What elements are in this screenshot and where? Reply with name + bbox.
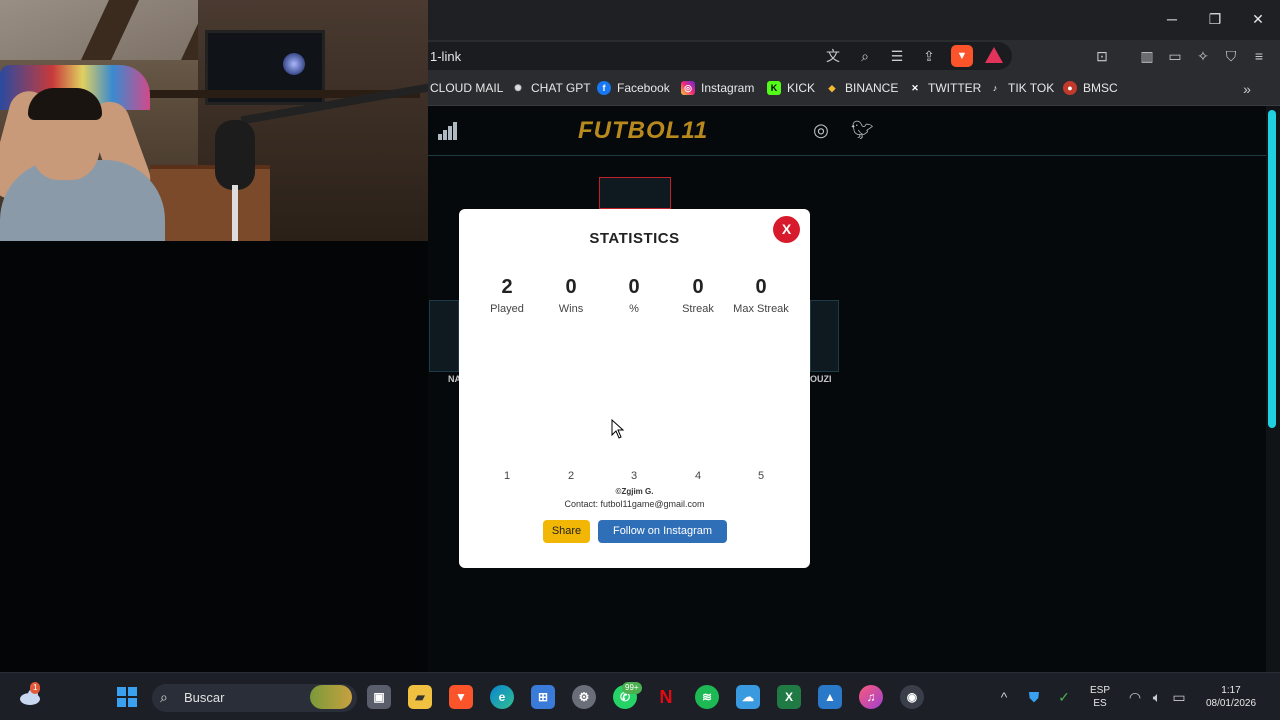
bookmark-tiktok[interactable]: ♪ TIK TOK [988,81,1055,95]
address-bar-url[interactable]: 1-link [430,49,461,64]
mouse-cursor-icon [611,419,625,439]
player-card-left[interactable] [429,300,459,372]
share-button[interactable]: Share [543,520,590,543]
binance-icon: ◆ [828,83,836,93]
bmsc-icon: ● [1063,81,1077,95]
twitter-icon[interactable]: 🐦︎ [851,120,874,140]
instagram-icon: ◎ [681,81,695,95]
webcam-overlay [0,0,428,241]
player-name-right: OUZI [810,374,832,384]
excel-icon[interactable]: X [777,685,801,709]
microsoft-store-icon[interactable]: ⊞ [531,685,555,709]
stat-max-streak: 0 Max Streak [733,276,789,315]
translate-icon[interactable]: 文 [824,47,842,65]
volume-icon[interactable]: 🔈︎ [1148,688,1166,706]
site-header [428,106,1266,156]
share-page-icon[interactable]: ⇪ [920,47,938,65]
distribution-label: 4 [694,470,702,482]
contact-text: Contact: futbol11game@gmail.com [564,499,705,509]
zoom-icon[interactable]: ⌕ [856,47,874,65]
more-bookmarks-icon[interactable]: » [1238,80,1256,98]
obs-icon[interactable]: ◉ [900,685,924,709]
screen: ─ ❐ ✕ 1-link 文 ⌕ ☰ ⇪ ▼ ⊡ ▥ ▭ ✧ ⛉ ≡ CLOUD… [0,0,1280,720]
taskbar-search-placeholder[interactable]: Buscar [184,690,224,705]
whatsapp-badge: 99+ [622,682,642,694]
distribution-label: 2 [567,470,575,482]
bookmark-facebook[interactable]: f Facebook [597,81,670,95]
reader-mode-icon[interactable]: ☰ [888,47,906,65]
minimize-button[interactable]: ─ [1160,8,1184,30]
modal-title: STATISTICS [589,230,680,247]
bookmark-twitter[interactable]: ✕ TWITTER [908,81,981,95]
bookmark-chatgpt[interactable]: ✺ CHAT GPT [511,81,590,95]
security-icon[interactable]: ⛊ [1025,688,1043,706]
stats-chart-icon[interactable] [438,120,458,140]
spotify-icon[interactable]: ≋ [695,685,719,709]
menu-icon[interactable]: ≡ [1250,47,1268,65]
facebook-icon: f [597,81,611,95]
bookmark-cloud-mail[interactable]: CLOUD MAIL [430,81,503,95]
browser-titlebar [428,0,1280,40]
language-indicator[interactable]: ESP ES [1082,685,1118,709]
distribution-label: 1 [503,470,511,482]
brave-shields-icon[interactable]: ▼ [951,45,973,67]
wallet-icon[interactable]: ▭ [1166,47,1184,65]
x-icon: ✕ [911,83,919,93]
chatgpt-icon: ✺ [514,83,522,93]
itunes-icon[interactable]: ♫ [859,685,883,709]
follow-instagram-button[interactable]: Follow on Instagram [598,520,727,543]
battery-icon[interactable]: ▭ [1170,688,1188,706]
leo-ai-icon[interactable]: ✧ [1194,47,1212,65]
windows-start-icon[interactable] [115,685,139,709]
brave-rewards-icon[interactable] [985,47,1003,63]
tiktok-icon: ♪ [992,83,998,93]
bookmark-binance[interactable]: ◆ BINANCE [825,81,899,95]
bookmark-instagram[interactable]: ◎ Instagram [681,81,754,95]
show-hidden-icons-icon[interactable]: ^ [995,688,1013,706]
bookmark-bmsc[interactable]: ● BMSC [1063,81,1118,95]
clock[interactable]: 1:17 08/01/2026 [1196,685,1266,709]
tab-search-icon[interactable]: ⊡ [1093,47,1111,65]
brave-browser-icon[interactable]: ▼ [449,685,473,709]
settings-gear-icon[interactable]: ⚙ [572,685,596,709]
page-scrollbar-thumb[interactable] [1268,110,1276,428]
maximize-button[interactable]: ❐ [1203,8,1227,30]
instagram-icon[interactable]: ◎ [811,120,831,140]
close-window-button[interactable]: ✕ [1246,8,1270,30]
close-modal-button[interactable]: X [773,216,800,243]
edge-icon[interactable]: e [490,685,514,709]
kick-icon: K [767,81,781,95]
search-icon: ⌕ [160,689,168,705]
player-card-top[interactable] [599,177,671,209]
wifi-icon[interactable]: ◠ [1126,688,1144,706]
netflix-icon[interactable]: N [654,685,678,709]
icloud-icon[interactable]: ☁ [736,685,760,709]
photos-icon[interactable]: ▲ [818,685,842,709]
statistics-modal [459,209,810,568]
vpn-icon[interactable]: ⛉ [1222,47,1240,65]
bookmark-kick[interactable]: K KICK [767,81,815,95]
search-highlight-icon[interactable] [310,685,352,709]
site-logo[interactable]: FUTBOL11 [578,117,708,145]
task-view-icon[interactable]: ▣ [367,685,391,709]
distribution-label: 5 [757,470,765,482]
player-card-right[interactable] [810,300,839,372]
nvidia-icon[interactable]: ✓ [1055,688,1073,706]
sidebar-icon[interactable]: ▥ [1138,47,1156,65]
file-explorer-icon[interactable]: ▰ [408,685,432,709]
credit-text: ©Zgjim G. [615,487,654,496]
distribution-label: 3 [630,470,638,482]
